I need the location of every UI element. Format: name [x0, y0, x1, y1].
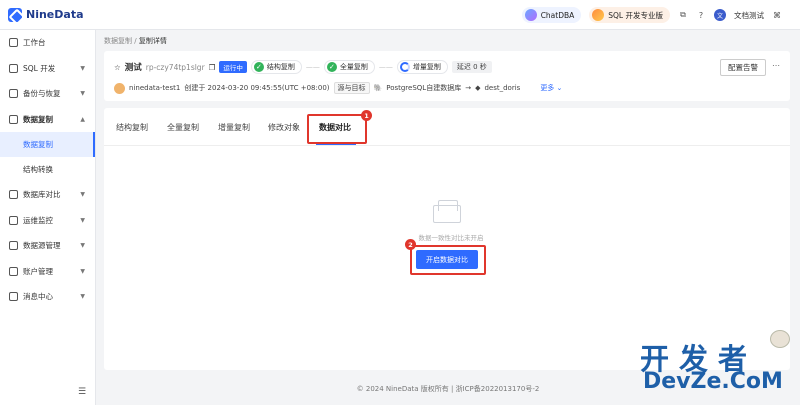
collapse-sidebar-icon[interactable]: ☰	[78, 387, 86, 397]
annotation-badge-2: 2	[405, 239, 416, 250]
sidebar-subitem-schema-convert[interactable]: 结构转换	[0, 157, 95, 182]
monitor-icon	[9, 215, 18, 225]
delay-badge: 延迟 0 秒	[451, 61, 492, 73]
ninedata-logo-icon	[8, 7, 22, 22]
configure-alert-button[interactable]: 配置告警	[720, 59, 766, 76]
more-options-icon[interactable]: ⋯	[772, 61, 780, 70]
logo-text: NineData	[26, 8, 84, 21]
chevron-down-icon: ▼	[80, 293, 85, 300]
detail-panel: 结构复制 全量复制 增量复制 修改对象 数据对比 1 数据一致性对比未开启 2 …	[104, 108, 790, 370]
more-link[interactable]: 更多 ⌄	[540, 83, 562, 93]
check-icon: ✓	[326, 62, 337, 72]
empty-box-icon	[433, 200, 461, 223]
sidebar-item-account[interactable]: 账户管理 ▼	[0, 259, 95, 285]
sidebar-item-backup[interactable]: 备份与恢复 ▼	[0, 81, 95, 107]
sidebar: 工作台 SQL 开发 ▼ 备份与恢复 ▼ 数据复制 ▲ 数据复制 结构转换 数据…	[0, 30, 96, 405]
status-badge: 运行中	[219, 61, 247, 73]
watermark-en: DevZe.CoM	[643, 369, 783, 394]
chevron-up-icon: ▲	[80, 115, 85, 123]
account-icon	[9, 266, 18, 276]
chevron-down-icon: ▼	[80, 64, 85, 72]
creator-name: ninedata-test1	[129, 84, 181, 92]
datasource-icon	[9, 241, 18, 251]
chevron-down-icon: ▼	[80, 267, 85, 275]
compare-icon	[9, 190, 18, 200]
top-bar: NineData ChatDBA SQL 开发专业版 ⧉ ? 文 文档测试 ⌘	[0, 0, 800, 30]
help-icon[interactable]: ?	[696, 10, 706, 20]
sidebar-subitem-replication[interactable]: 数据复制	[0, 132, 95, 157]
chevron-down-icon: ▼	[80, 216, 85, 224]
start-data-compare-button[interactable]: 开启数据对比	[416, 250, 478, 269]
backup-icon	[9, 89, 18, 99]
running-spinner-icon	[399, 62, 410, 72]
language-icon[interactable]: ⌘	[772, 10, 782, 20]
sql-icon	[9, 63, 18, 73]
postgresql-icon: 🐘	[373, 84, 383, 92]
chatdba-icon	[524, 9, 537, 21]
tab-bar: 结构复制 全量复制 增量复制 修改对象 数据对比	[104, 108, 790, 146]
tab-schema-replication[interactable]: 结构复制	[116, 122, 148, 133]
task-id: rp-czy74tp1slgr	[145, 62, 205, 72]
creator-avatar	[114, 82, 125, 94]
step-incremental[interactable]: 增量复制	[396, 60, 448, 74]
task-header-card: ☆ 测试 rp-czy74tp1slgr ❐ 运行中 ✓ 结构复制 —— ✓ 全…	[104, 51, 790, 101]
tab-full-replication[interactable]: 全量复制	[167, 122, 199, 133]
chevron-down-icon: ▼	[80, 191, 85, 198]
tab-incremental-replication[interactable]: 增量复制	[218, 122, 250, 133]
sidebar-item-datasource[interactable]: 数据源管理 ▼	[0, 233, 95, 259]
external-link-icon[interactable]: ⧉	[678, 10, 688, 20]
step-full[interactable]: ✓ 全量复制	[323, 60, 375, 74]
sidebar-item-replication[interactable]: 数据复制 ▲	[0, 107, 95, 133]
created-time: 创建于 2024-03-20 09:45:55(UTC +08:00)	[184, 84, 330, 92]
breadcrumb-parent[interactable]: 数据复制	[104, 37, 132, 45]
chevron-down-icon: ▼	[80, 242, 85, 249]
sidebar-item-sql-dev[interactable]: SQL 开发 ▼	[0, 56, 95, 82]
empty-state-text: 数据一致性对比未开启	[418, 234, 484, 242]
logo[interactable]: NineData	[8, 7, 84, 22]
user-avatar[interactable]: 文	[714, 9, 726, 21]
source-db[interactable]: PostgreSQL自建数据库	[386, 83, 461, 93]
chevron-down-icon: ⌄	[556, 84, 563, 92]
cat-mascot-icon	[770, 330, 790, 348]
sidebar-item-workbench[interactable]: 工作台	[0, 30, 95, 56]
copy-icon[interactable]: ❐	[209, 63, 216, 72]
sidebar-item-db-compare[interactable]: 数据库对比 ▼	[0, 182, 95, 208]
sidebar-item-messages[interactable]: 消息中心 ▼	[0, 284, 95, 310]
route-label: 源与目标	[333, 82, 370, 94]
chatdba-button[interactable]: ChatDBA	[521, 7, 582, 23]
breadcrumb-current: 复制详情	[138, 37, 167, 45]
highlight-box-1	[307, 114, 367, 144]
tab-modify-objects[interactable]: 修改对象	[268, 122, 300, 133]
replication-icon	[9, 114, 18, 124]
chevron-down-icon: ▼	[80, 90, 85, 97]
sidebar-item-monitoring[interactable]: 运维监控 ▼	[0, 208, 95, 234]
annotation-badge-1: 1	[361, 110, 372, 121]
user-name[interactable]: 文档测试	[734, 10, 764, 21]
home-icon	[9, 38, 18, 48]
step-schema[interactable]: ✓ 结构复制	[250, 60, 302, 74]
message-icon	[9, 292, 18, 302]
arrow-right-icon: →	[465, 84, 472, 92]
breadcrumb: 数据复制 / 复制详情	[104, 37, 167, 45]
check-icon: ✓	[253, 62, 264, 72]
sql-edition-icon	[592, 9, 605, 21]
doris-icon: ◆	[475, 84, 481, 92]
star-icon[interactable]: ☆	[114, 63, 121, 72]
task-name: 测试	[124, 63, 142, 73]
sql-edition-button[interactable]: SQL 开发专业版	[589, 7, 670, 23]
target-db[interactable]: dest_doris	[484, 84, 520, 92]
